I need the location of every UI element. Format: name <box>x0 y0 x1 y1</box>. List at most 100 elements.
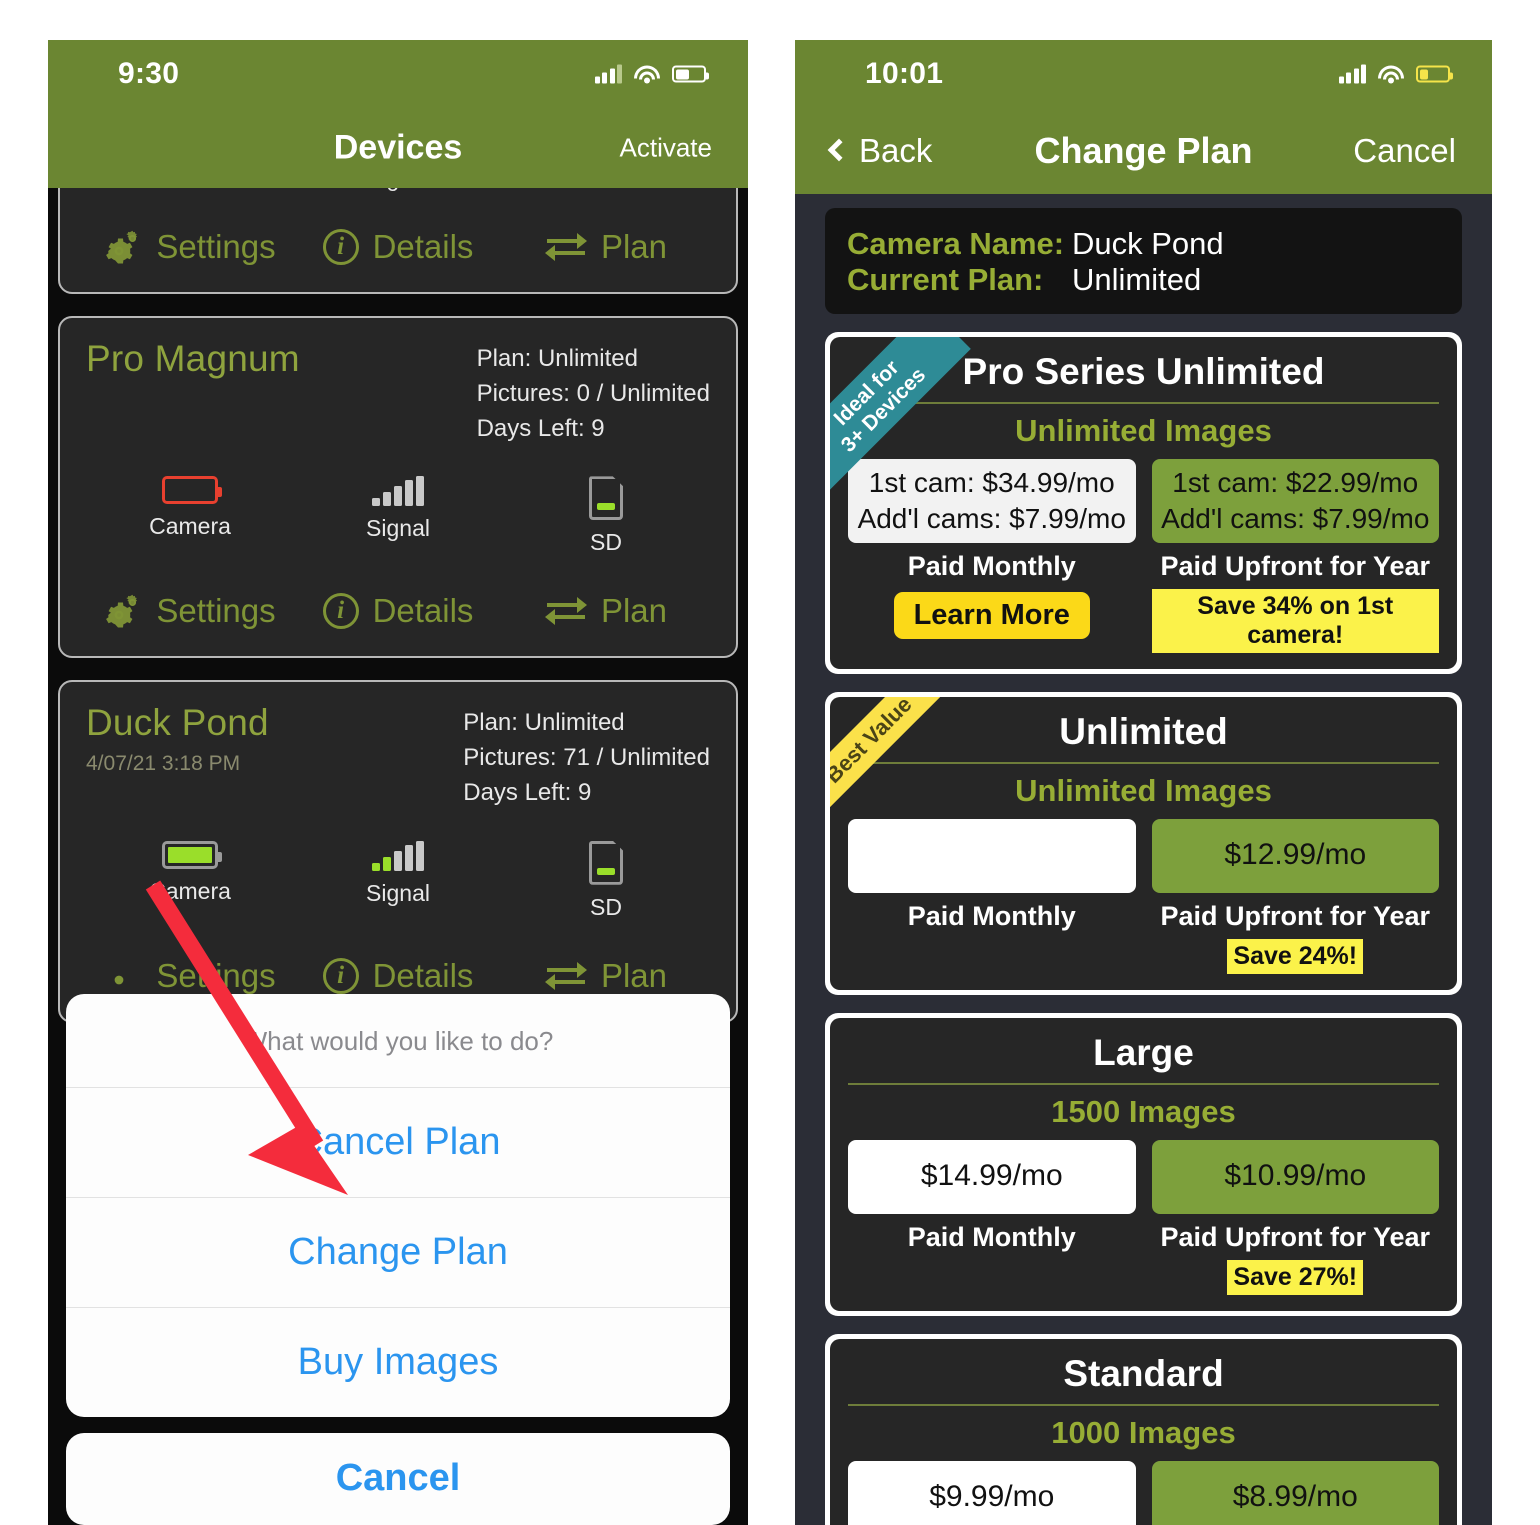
gear-icon <box>104 594 142 628</box>
plan-card-standard[interactable]: Standard 1000 Images $9.99/mo Paid Month… <box>825 1333 1462 1525</box>
right-phone-screen: 10:01 Back Change Plan Cancel Camera Nam… <box>795 40 1492 1525</box>
details-button[interactable]: i Details <box>294 592 502 630</box>
device-status-row: Camera Signal SD <box>86 840 710 921</box>
plan-upfront-column[interactable]: $12.99/mo Paid Upfront for Year Save 24%… <box>1151 818 1439 974</box>
plan-button[interactable]: Plan <box>502 592 710 630</box>
stat-label: SD <box>590 893 622 920</box>
plan-upfront-caption: Paid Upfront for Year <box>1160 550 1431 581</box>
device-card[interactable]: Pro Magnum Plan: Unlimited Pictures: 0 /… <box>58 316 738 659</box>
action-sheet-item-buy-images[interactable]: Buy Images <box>66 1308 730 1417</box>
stat-label: Camera <box>149 513 231 540</box>
camera-name-label: Camera Name: <box>847 226 1065 261</box>
camera-battery-stat: Camera <box>86 188 294 192</box>
settings-label: Settings <box>156 956 276 994</box>
swap-arrows-icon <box>544 959 587 993</box>
action-sheet-item-change-plan[interactable]: Change Plan <box>66 1198 730 1308</box>
settings-button[interactable]: Settings <box>86 228 294 266</box>
signal-stat: Signal <box>294 476 502 556</box>
plan-upfront-caption: Paid Upfront for Year <box>1160 1221 1431 1252</box>
learn-more-button[interactable]: Learn More <box>893 591 1090 639</box>
cellular-signal-icon <box>1338 64 1366 84</box>
plan-save-badge: Save 34% on 1st camera! <box>1151 588 1439 653</box>
signal-stat: Signal <box>294 840 502 921</box>
plan-monthly-column[interactable]: $9.99/mo Paid Monthly <box>848 1460 1136 1525</box>
plan-price-line: $14.99/mo <box>920 1159 1063 1193</box>
details-label: Details <box>372 228 474 265</box>
plan-monthly-price-box[interactable]: 1st cam: $34.99/mo Add'l cams: $7.99/mo <box>848 459 1136 543</box>
back-label: Back <box>859 132 933 169</box>
plan-upfront-price-box[interactable]: $10.99/mo <box>1151 1139 1439 1214</box>
settings-label: Settings <box>156 592 276 630</box>
stat-label: Signal <box>366 879 430 906</box>
action-sheet-item-cancel-plan[interactable]: Cancel Plan <box>66 1088 730 1198</box>
device-card[interactable]: Camera Signal SD <box>58 188 738 294</box>
plan-price-line: $9.99/mo <box>929 1480 1055 1514</box>
plan-monthly-column[interactable]: Paid Monthly <box>848 818 1136 974</box>
right-status-bar: 10:01 <box>795 40 1492 108</box>
plan-monthly-price-box[interactable] <box>848 818 1136 893</box>
plan-price-line: $8.99/mo <box>1232 1480 1358 1514</box>
signal-stat: Signal <box>294 188 502 192</box>
plan-monthly-price-box[interactable]: $9.99/mo <box>848 1460 1136 1525</box>
details-button[interactable]: i Details <box>294 228 502 266</box>
action-sheet-cancel-label: Cancel <box>335 1457 461 1499</box>
plan-button[interactable]: Plan <box>502 957 710 995</box>
activate-button[interactable]: Activate <box>620 133 713 164</box>
settings-button[interactable]: Settings <box>86 592 294 630</box>
plan-images: Unlimited Images <box>1015 413 1272 448</box>
action-sheet-cancel-button[interactable]: Cancel <box>66 1433 730 1525</box>
plan-monthly-price-box[interactable]: $14.99/mo <box>848 1139 1136 1214</box>
plan-card-large[interactable]: Large 1500 Images $14.99/mo Paid Monthly… <box>825 1012 1462 1316</box>
device-status-row: Camera Signal SD <box>86 188 710 192</box>
current-plan-label: Current Plan: <box>847 262 1044 297</box>
device-status-row: Camera Signal SD <box>86 476 710 556</box>
page-title: Devices <box>333 128 463 167</box>
page-title: Change Plan <box>1034 130 1253 171</box>
device-list[interactable]: Camera Signal SD <box>48 188 748 1525</box>
plan-button[interactable]: Plan <box>502 228 710 266</box>
current-plan-row: Current Plan: Unlimited <box>847 262 1440 298</box>
sd-card-stat: SD <box>502 840 710 921</box>
plan-monthly-column[interactable]: $14.99/mo Paid Monthly <box>848 1139 1136 1295</box>
plan-card-pro-series-unlimited[interactable]: Ideal for 3+ Devices Pro Series Unlimited… <box>825 332 1462 674</box>
battery-icon <box>162 840 222 869</box>
plan-price-line: $12.99/mo <box>1224 838 1367 872</box>
plan-upfront-price-box[interactable]: 1st cam: $22.99/mo Add'l cams: $7.99/mo <box>1151 459 1439 543</box>
action-sheet[interactable]: What would you like to do? Cancel Plan C… <box>66 994 730 1417</box>
plan-upfront-price-box[interactable]: $12.99/mo <box>1151 818 1439 893</box>
sd-card-stat: SD <box>502 188 710 192</box>
plan-upfront-column[interactable]: $10.99/mo Paid Upfront for Year Save 27%… <box>1151 1139 1439 1295</box>
sd-card-icon <box>589 840 623 885</box>
device-plan: Plan: Unlimited <box>476 345 638 372</box>
action-sheet-title: What would you like to do? <box>66 994 730 1088</box>
plan-card-unlimited[interactable]: Best Value Unlimited Unlimited Images Pa… <box>825 691 1462 995</box>
camera-battery-stat: Camera <box>86 840 294 921</box>
camera-name-row: Camera Name: Duck Pond <box>847 226 1440 262</box>
battery-icon <box>162 476 222 505</box>
plan-upfront-price-box[interactable]: $8.99/mo <box>1151 1460 1439 1525</box>
settings-button[interactable]: Settings <box>86 957 294 995</box>
camera-battery-stat: Camera <box>86 476 294 556</box>
device-plan: Plan: Unlimited <box>463 709 625 737</box>
plan-upfront-column[interactable]: $8.99/mo Paid Upfront for Year <box>1151 1460 1439 1525</box>
plan-monthly-caption: Paid Monthly <box>907 550 1076 581</box>
plan-list[interactable]: Camera Name: Duck Pond Current Plan: Unl… <box>795 194 1492 1525</box>
info-icon: i <box>322 957 359 994</box>
plan-monthly-column[interactable]: 1st cam: $34.99/mo Add'l cams: $7.99/mo … <box>848 459 1136 653</box>
plan-save-badge: Save 27%! <box>1227 1259 1364 1295</box>
plan-price-line: 1st cam: $34.99/mo <box>868 467 1115 498</box>
gear-icon <box>104 230 142 264</box>
plan-label: Plan <box>600 228 668 265</box>
info-icon: i <box>322 229 359 265</box>
details-button[interactable]: i Details <box>294 957 502 995</box>
cancel-button[interactable]: Cancel <box>1353 132 1456 170</box>
plan-upfront-column[interactable]: 1st cam: $22.99/mo Add'l cams: $7.99/mo … <box>1151 459 1439 653</box>
stat-label: SD <box>590 188 622 192</box>
plan-images: Unlimited Images <box>1015 772 1272 808</box>
device-days-left: Days Left: 9 <box>463 778 592 806</box>
details-label: Details <box>372 592 474 630</box>
back-button[interactable]: Back <box>827 132 933 170</box>
plan-label: Plan <box>600 956 668 994</box>
device-card[interactable]: Duck Pond 4/07/21 3:18 PM Plan: Unlimite… <box>58 680 738 1023</box>
device-action-row: Settings i Details Plan <box>86 228 710 266</box>
